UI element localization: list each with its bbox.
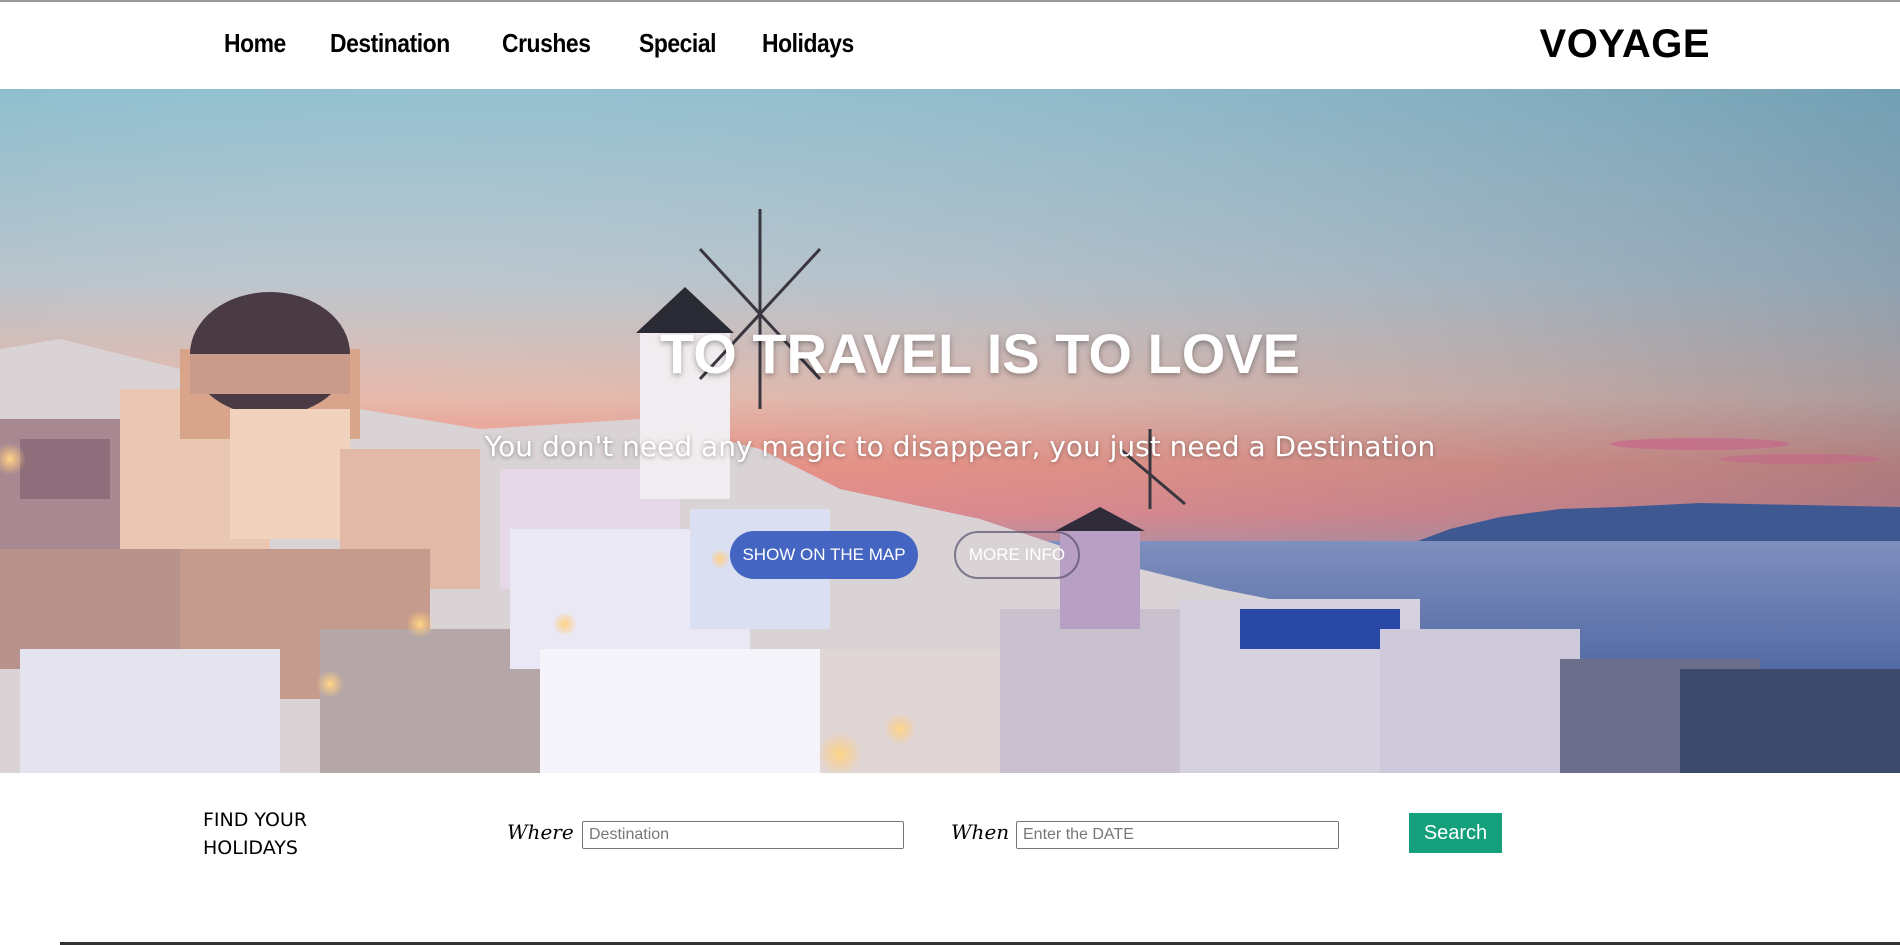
show-on-map-button[interactable]: SHOW ON THE MAP xyxy=(730,531,918,579)
when-label: When xyxy=(951,820,1010,844)
nav-home[interactable]: Home xyxy=(224,28,286,59)
find-holidays-label: FIND YOUR HOLIDAYS xyxy=(203,809,308,859)
hero-banner: TO TRAVEL IS TO LOVE You don't need any … xyxy=(0,89,1900,773)
nav-holidays[interactable]: Holidays xyxy=(762,28,854,59)
destination-input[interactable] xyxy=(582,821,904,849)
hero-subtitle: You don't need any magic to disappear, y… xyxy=(484,430,1436,463)
nav-crushes[interactable]: Crushes xyxy=(502,28,591,59)
nav-destination[interactable]: Destination xyxy=(330,28,450,59)
holiday-search-bar: FIND YOUR HOLIDAYS Where When Search xyxy=(0,773,1900,945)
date-input[interactable] xyxy=(1016,821,1339,849)
more-info-button[interactable]: MORE INFO xyxy=(954,531,1080,579)
nav-special[interactable]: Special xyxy=(639,28,716,59)
site-header: Home Destination Crushes Special Holiday… xyxy=(0,2,1900,89)
hero-title: TO TRAVEL IS TO LOVE xyxy=(660,322,1300,385)
main-nav: Home Destination Crushes Special Holiday… xyxy=(224,28,903,59)
search-button[interactable]: Search xyxy=(1409,813,1502,853)
where-label: Where xyxy=(507,820,574,844)
brand-logo[interactable]: VOYAGE xyxy=(1540,22,1710,67)
